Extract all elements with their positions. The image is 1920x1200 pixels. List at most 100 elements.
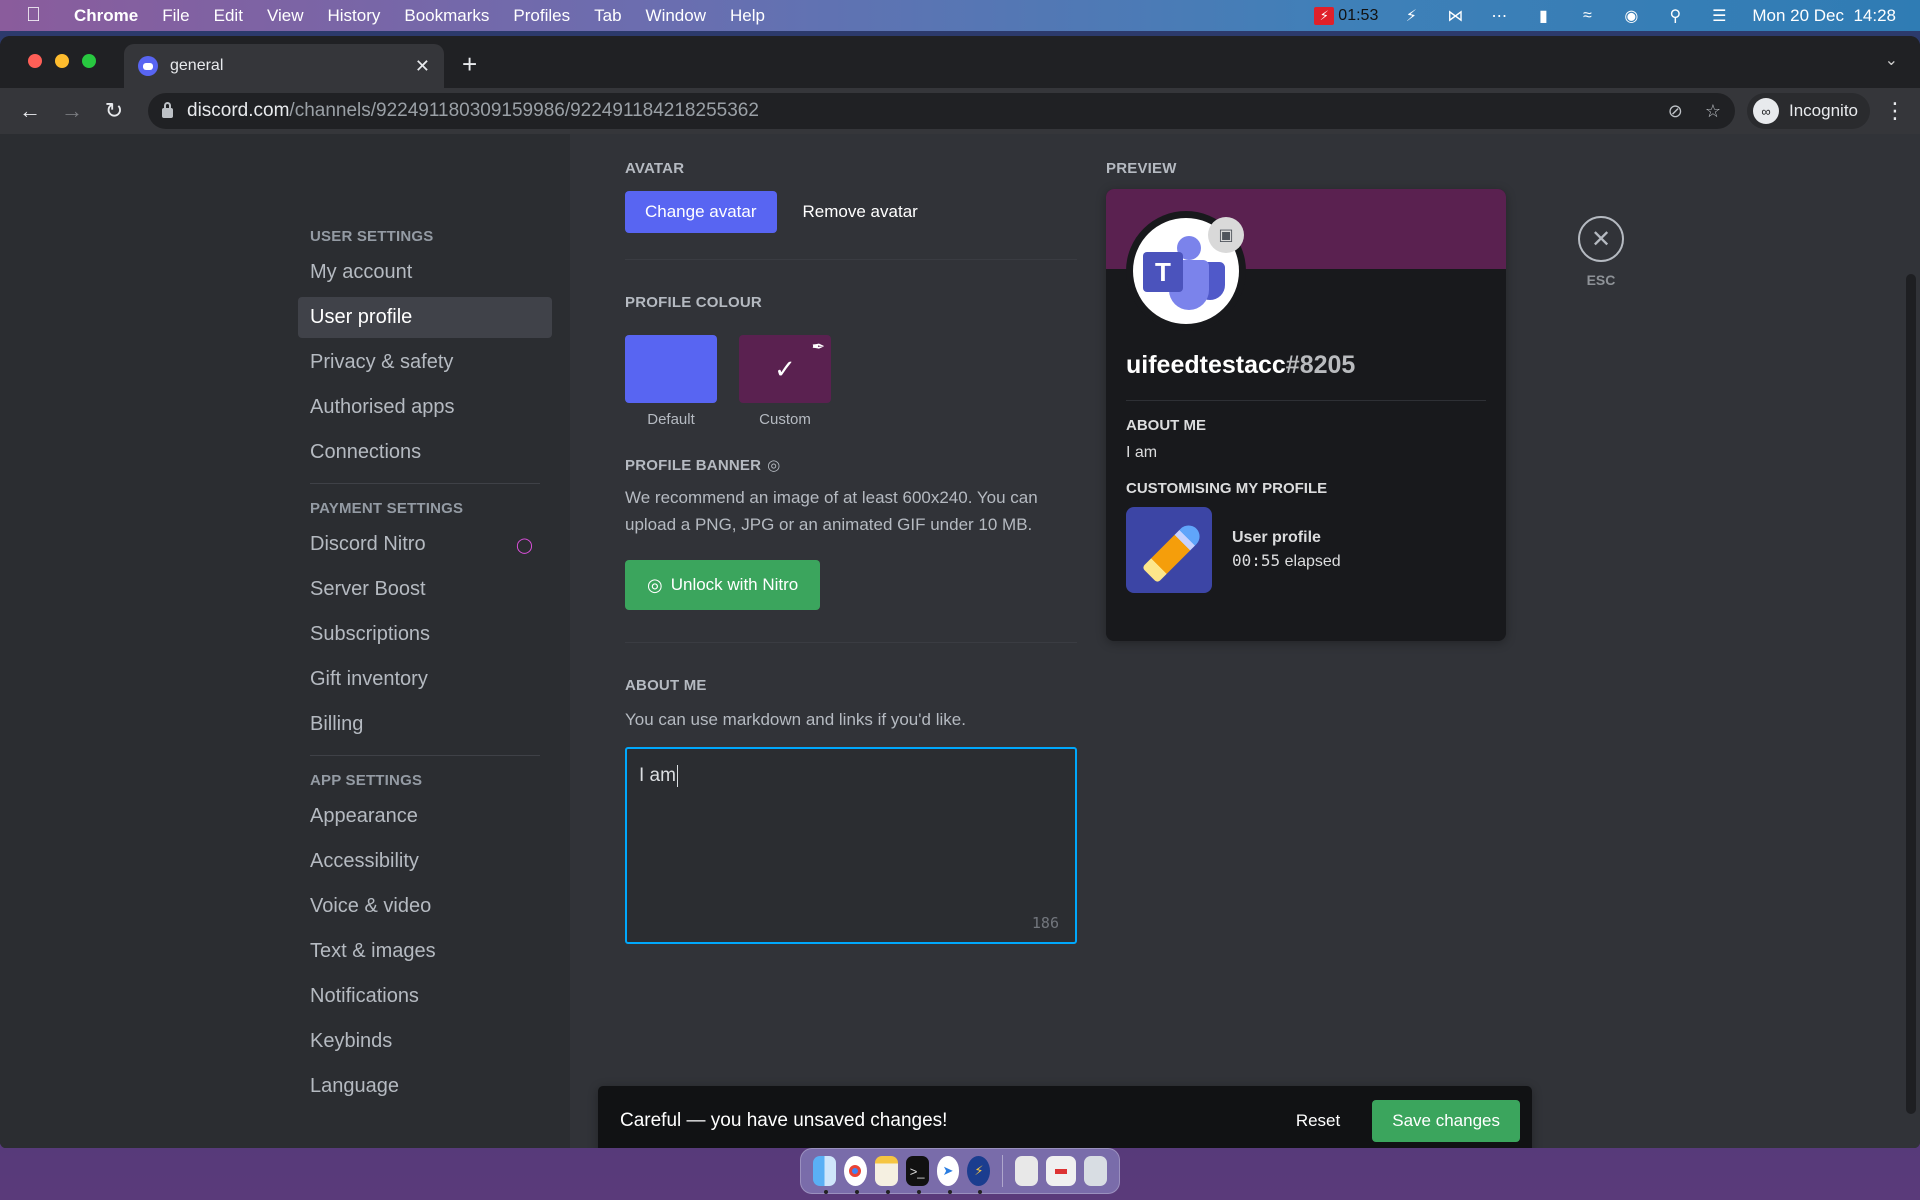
tracking-protection-icon[interactable]: ⊘	[1668, 101, 1683, 122]
sidebar-item-server-boost[interactable]: Server Boost	[298, 569, 552, 610]
incognito-profile-button[interactable]: ∞ Incognito	[1747, 93, 1870, 129]
sidebar-item-text-images[interactable]: Text & images	[298, 931, 552, 972]
menubar-datetime[interactable]: Mon 20 Dec 14:28	[1752, 6, 1896, 26]
menu-history[interactable]: History	[327, 6, 380, 26]
sidebar-item-accessibility[interactable]: Accessibility	[298, 841, 552, 882]
control-center-icon[interactable]: ☰	[1708, 6, 1730, 26]
dock-reeder-icon[interactable]: ⚡	[967, 1156, 991, 1194]
profile-banner-title: PROFILE BANNER	[625, 456, 762, 474]
settings-main: AVATAR Change avatar Remove avatar PROFI…	[570, 134, 1920, 1148]
nitro-icon: ◎	[647, 574, 663, 595]
eyedropper-icon[interactable]: ✒	[812, 337, 825, 357]
bookmark-star-icon[interactable]: ☆	[1705, 101, 1721, 122]
forward-button[interactable]: →	[56, 98, 88, 124]
address-bar[interactable]: discord.com/channels/922491180309159986/…	[148, 93, 1735, 129]
menu-edit[interactable]: Edit	[214, 6, 243, 26]
close-tab-icon[interactable]: ✕	[415, 56, 430, 77]
unsaved-changes-bar: Careful — you have unsaved changes! Rese…	[598, 1086, 1532, 1148]
sidebar-item-billing[interactable]: Billing	[298, 704, 552, 745]
dock-notes-icon[interactable]	[874, 1156, 898, 1194]
menu-view[interactable]: View	[267, 6, 304, 26]
change-avatar-button[interactable]: Change avatar	[625, 191, 777, 233]
browser-menu-icon[interactable]: ⋮	[1884, 98, 1906, 124]
preview-about-text: I am	[1126, 444, 1158, 461]
browser-tab[interactable]: general ✕	[124, 44, 444, 88]
menu-file[interactable]: File	[162, 6, 189, 26]
back-button[interactable]: ←	[14, 98, 46, 124]
dock-terminal-icon[interactable]: >_	[905, 1156, 929, 1194]
scrollbar[interactable]	[1906, 274, 1916, 1114]
flash-icon[interactable]: ⚡	[1400, 6, 1422, 26]
apple-logo-icon[interactable]: 	[26, 4, 52, 27]
reload-button[interactable]: ↻	[98, 98, 130, 124]
sidebar-item-my-account[interactable]: My account	[298, 252, 552, 293]
sidebar-item-voice-video[interactable]: Voice & video	[298, 886, 552, 927]
window-controls	[28, 54, 96, 68]
nitro-icon: ◎	[767, 457, 781, 474]
maximize-window-button[interactable]	[82, 54, 96, 68]
new-tab-button[interactable]: +	[462, 49, 477, 80]
sidebar-item-discord-nitro[interactable]: Discord Nitro ◯	[298, 524, 552, 565]
menu-tab[interactable]: Tab	[594, 6, 621, 26]
menu-help[interactable]: Help	[730, 6, 765, 26]
user-circle-icon[interactable]: ◉	[1620, 6, 1642, 26]
sidebar-item-label: Language	[310, 1075, 399, 1097]
sidebar-item-label: Keybinds	[310, 1030, 393, 1052]
dots-icon[interactable]: ⋯	[1488, 6, 1510, 26]
bluetooth-off-icon[interactable]: ⋈	[1444, 6, 1466, 26]
menu-bookmarks[interactable]: Bookmarks	[404, 6, 489, 26]
lock-icon[interactable]	[162, 102, 173, 118]
close-icon[interactable]: ✕	[1578, 216, 1624, 262]
dock-chrome-icon[interactable]	[843, 1156, 867, 1194]
about-me-textarea[interactable]: I am 186	[625, 747, 1077, 944]
wifi-icon[interactable]: ≈	[1576, 6, 1598, 26]
preview-username: uifeedtestacc#8205	[1126, 351, 1486, 380]
menu-window[interactable]: Window	[646, 6, 706, 26]
colour-option-default[interactable]: Default	[625, 335, 717, 428]
card-divider	[1126, 400, 1486, 401]
close-window-button[interactable]	[28, 54, 42, 68]
dock-trash-icon[interactable]	[1084, 1156, 1107, 1186]
browser-toolbar: ← → ↻ discord.com/channels/9224911803091…	[0, 88, 1920, 134]
sidebar-item-language[interactable]: Language	[298, 1066, 552, 1107]
sidebar-item-authorised-apps[interactable]: Authorised apps	[298, 387, 552, 428]
colour-option-custom[interactable]: ✓ ✒ Custom	[739, 335, 831, 428]
minimize-window-button[interactable]	[55, 54, 69, 68]
sidebar-item-label: User profile	[310, 306, 413, 328]
dock-finder-icon[interactable]	[813, 1156, 836, 1194]
menu-profiles[interactable]: Profiles	[513, 6, 570, 26]
dock-screenshot-icon[interactable]	[1046, 1156, 1077, 1186]
remove-avatar-button[interactable]: Remove avatar	[783, 191, 938, 233]
sidebar-item-keybinds[interactable]: Keybinds	[298, 1021, 552, 1062]
menu-app-name[interactable]: Chrome	[74, 6, 138, 26]
search-icon[interactable]: ⚲	[1664, 6, 1686, 26]
section-divider	[625, 259, 1077, 260]
sidebar-item-label: Text & images	[310, 940, 436, 962]
char-remaining-count: 186	[1031, 914, 1059, 932]
sidebar-item-appearance[interactable]: Appearance	[298, 796, 552, 837]
close-settings[interactable]: ✕ ESC	[1578, 216, 1624, 288]
sidebar-item-notifications[interactable]: Notifications	[298, 976, 552, 1017]
sidebar-item-gift-inventory[interactable]: Gift inventory	[298, 659, 552, 700]
default-colour-swatch[interactable]	[625, 335, 717, 403]
dock-safari-icon[interactable]: ➤	[936, 1156, 960, 1194]
sidebar-item-user-profile[interactable]: User profile	[298, 297, 552, 338]
tab-search-chevron-icon[interactable]: ⌄	[1885, 50, 1898, 70]
reset-button[interactable]: Reset	[1296, 1111, 1340, 1131]
sidebar-header-payment-settings: PAYMENT SETTINGS	[310, 500, 464, 517]
sidebar-item-privacy-safety[interactable]: Privacy & safety	[298, 342, 552, 383]
sidebar-item-subscriptions[interactable]: Subscriptions	[298, 614, 552, 655]
battery-charging-icon[interactable]: ▮	[1532, 6, 1554, 26]
dock-preview-icon[interactable]	[1015, 1156, 1039, 1186]
custom-colour-swatch[interactable]: ✓ ✒	[739, 335, 831, 403]
sidebar-item-connections[interactable]: Connections	[298, 432, 552, 473]
profile-editor: AVATAR Change avatar Remove avatar PROFI…	[625, 134, 1077, 944]
add-image-icon[interactable]: ▣	[1208, 217, 1244, 253]
tab-strip: general ✕ + ⌄	[0, 36, 1920, 88]
screen-recording-indicator[interactable]: ⚡ 01:53	[1314, 6, 1378, 25]
sidebar-header-app-settings: APP SETTINGS	[310, 772, 423, 789]
incognito-icon: ∞	[1753, 98, 1779, 124]
save-changes-button[interactable]: Save changes	[1372, 1100, 1520, 1142]
unlock-nitro-button[interactable]: ◎ Unlock with Nitro	[625, 560, 821, 610]
dock-separator	[1002, 1155, 1004, 1187]
